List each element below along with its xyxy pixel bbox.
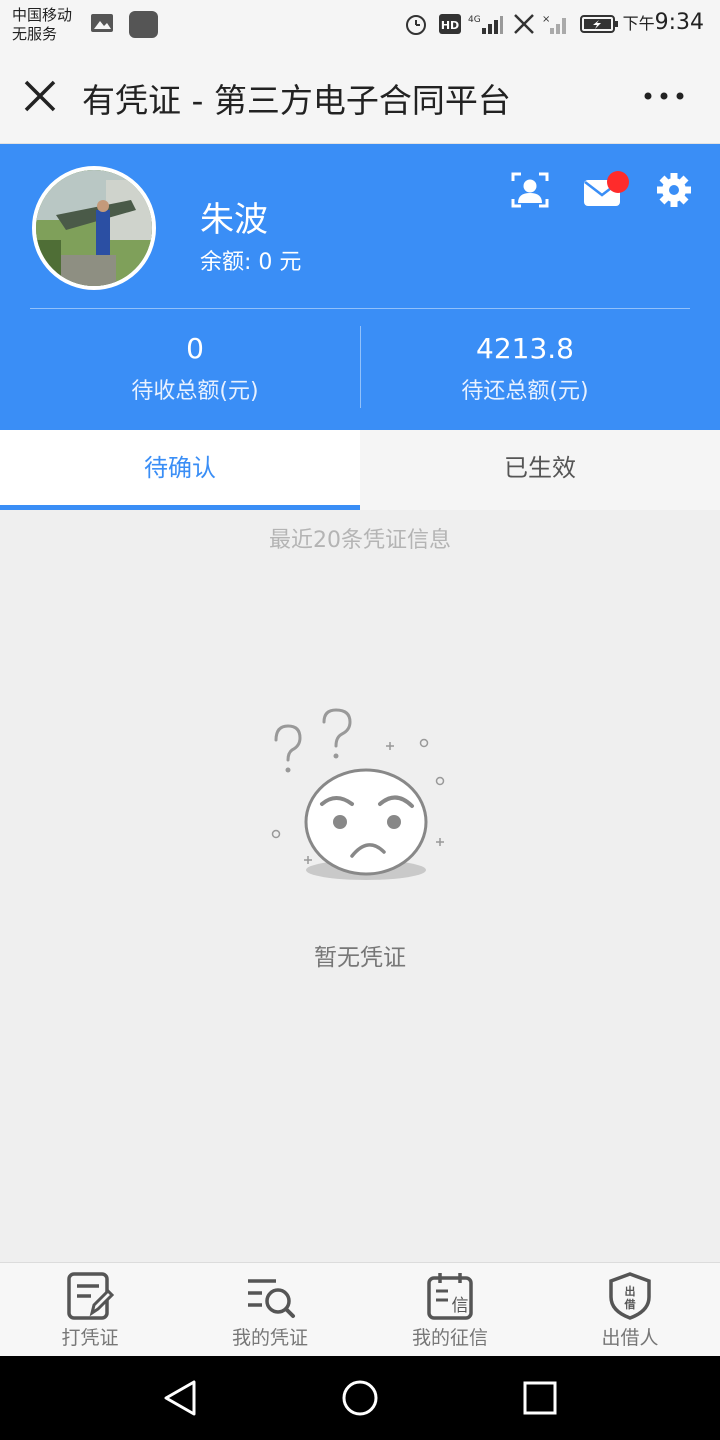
nav-my-credit[interactable]: 信 我的征信 <box>360 1263 540 1357</box>
write-receipt-icon <box>67 1272 114 1320</box>
stat-payable[interactable]: 4213.8 待还总额(元) <box>360 332 690 405</box>
stat-payable-label: 待还总额(元) <box>461 379 589 404</box>
avatar-photo <box>36 170 152 286</box>
settings-gear-icon[interactable] <box>656 170 692 210</box>
nav-issue-receipt[interactable]: 打凭证 <box>0 1263 180 1357</box>
recent-hint: 最近20条凭证信息 <box>269 528 451 553</box>
nav-my-receipts[interactable]: 我的凭证 <box>180 1263 360 1357</box>
no-call-icon <box>514 14 534 34</box>
battery-charging-icon <box>580 15 618 33</box>
back-icon[interactable] <box>160 1378 200 1418</box>
nav-my-credit-label: 我的征信 <box>411 1327 488 1349</box>
signal-weak-icon: × <box>542 14 566 34</box>
nav-my-receipts-label: 我的凭证 <box>231 1327 308 1349</box>
more-options-icon[interactable] <box>644 88 684 104</box>
app-notification-icon <box>129 11 158 38</box>
svg-text:信: 信 <box>452 1296 469 1316</box>
lender-shield-icon: 出 借 <box>609 1272 651 1320</box>
stat-receivable-label: 待收总额(元) <box>131 379 259 404</box>
message-icon[interactable] <box>582 170 634 210</box>
carrier-info: 中国移动 无服务 <box>12 6 72 44</box>
clock-prefix: 下午 <box>622 14 655 33</box>
profile-header: 朱波 余额: 0 元 0 待收总额(元) 4213.8 待还总额(元) <box>0 144 720 430</box>
search-list-icon <box>248 1279 295 1318</box>
clock-time: 9:34 <box>654 10 704 35</box>
clock: 下午9:34 <box>623 10 704 35</box>
balance: 余额: 0 元 <box>200 250 302 275</box>
hd-icon: HD <box>439 14 461 34</box>
empty-face-icon <box>271 708 445 880</box>
user-name: 朱波 <box>200 200 268 240</box>
gallery-icon <box>91 14 113 32</box>
close-icon[interactable] <box>22 78 58 114</box>
signal-4g-icon: 4G <box>468 15 503 34</box>
profile-divider <box>30 308 690 309</box>
stat-receivable[interactable]: 0 待收总额(元) <box>30 332 360 405</box>
status-bar: 中国移动 无服务 HD 4G × 下午9:34 <box>0 0 720 50</box>
svg-text:×: × <box>542 14 550 25</box>
hd-text: HD <box>441 19 459 32</box>
tab-effective[interactable]: 已生效 <box>360 430 720 510</box>
nav-issue-receipt-label: 打凭证 <box>61 1327 119 1349</box>
page-title: 有凭证 - 第三方电子合同平台 <box>82 81 511 120</box>
recent-apps-icon[interactable] <box>520 1378 560 1418</box>
system-nav-bar <box>0 1356 720 1440</box>
carrier-name: 中国移动 <box>12 6 73 24</box>
empty-message: 暂无凭证 <box>314 945 406 971</box>
svg-text:借: 借 <box>624 1297 636 1311</box>
tab-bar: 待确认 已生效 <box>0 430 720 510</box>
home-icon[interactable] <box>340 1378 380 1418</box>
nav-lender[interactable]: 出 借 出借人 <box>540 1263 720 1357</box>
avatar[interactable] <box>32 166 156 290</box>
svg-text:出: 出 <box>625 1284 636 1298</box>
network-text: 4G <box>468 15 481 25</box>
title-bar: 有凭证 - 第三方电子合同平台 <box>0 50 720 144</box>
carrier-status: 无服务 <box>12 25 58 43</box>
stat-payable-value: 4213.8 <box>476 332 574 365</box>
nav-lender-label: 出借人 <box>601 1327 659 1349</box>
bottom-nav: 打凭证 我的凭证 信 我的征信 出 借 出借人 <box>0 1262 720 1356</box>
credit-calendar-icon: 信 <box>427 1273 473 1320</box>
alarm-icon <box>406 15 426 35</box>
tab-pending[interactable]: 待确认 <box>0 430 360 510</box>
face-scan-icon[interactable] <box>510 170 550 210</box>
stat-receivable-value: 0 <box>186 332 204 365</box>
unread-badge <box>607 171 629 193</box>
